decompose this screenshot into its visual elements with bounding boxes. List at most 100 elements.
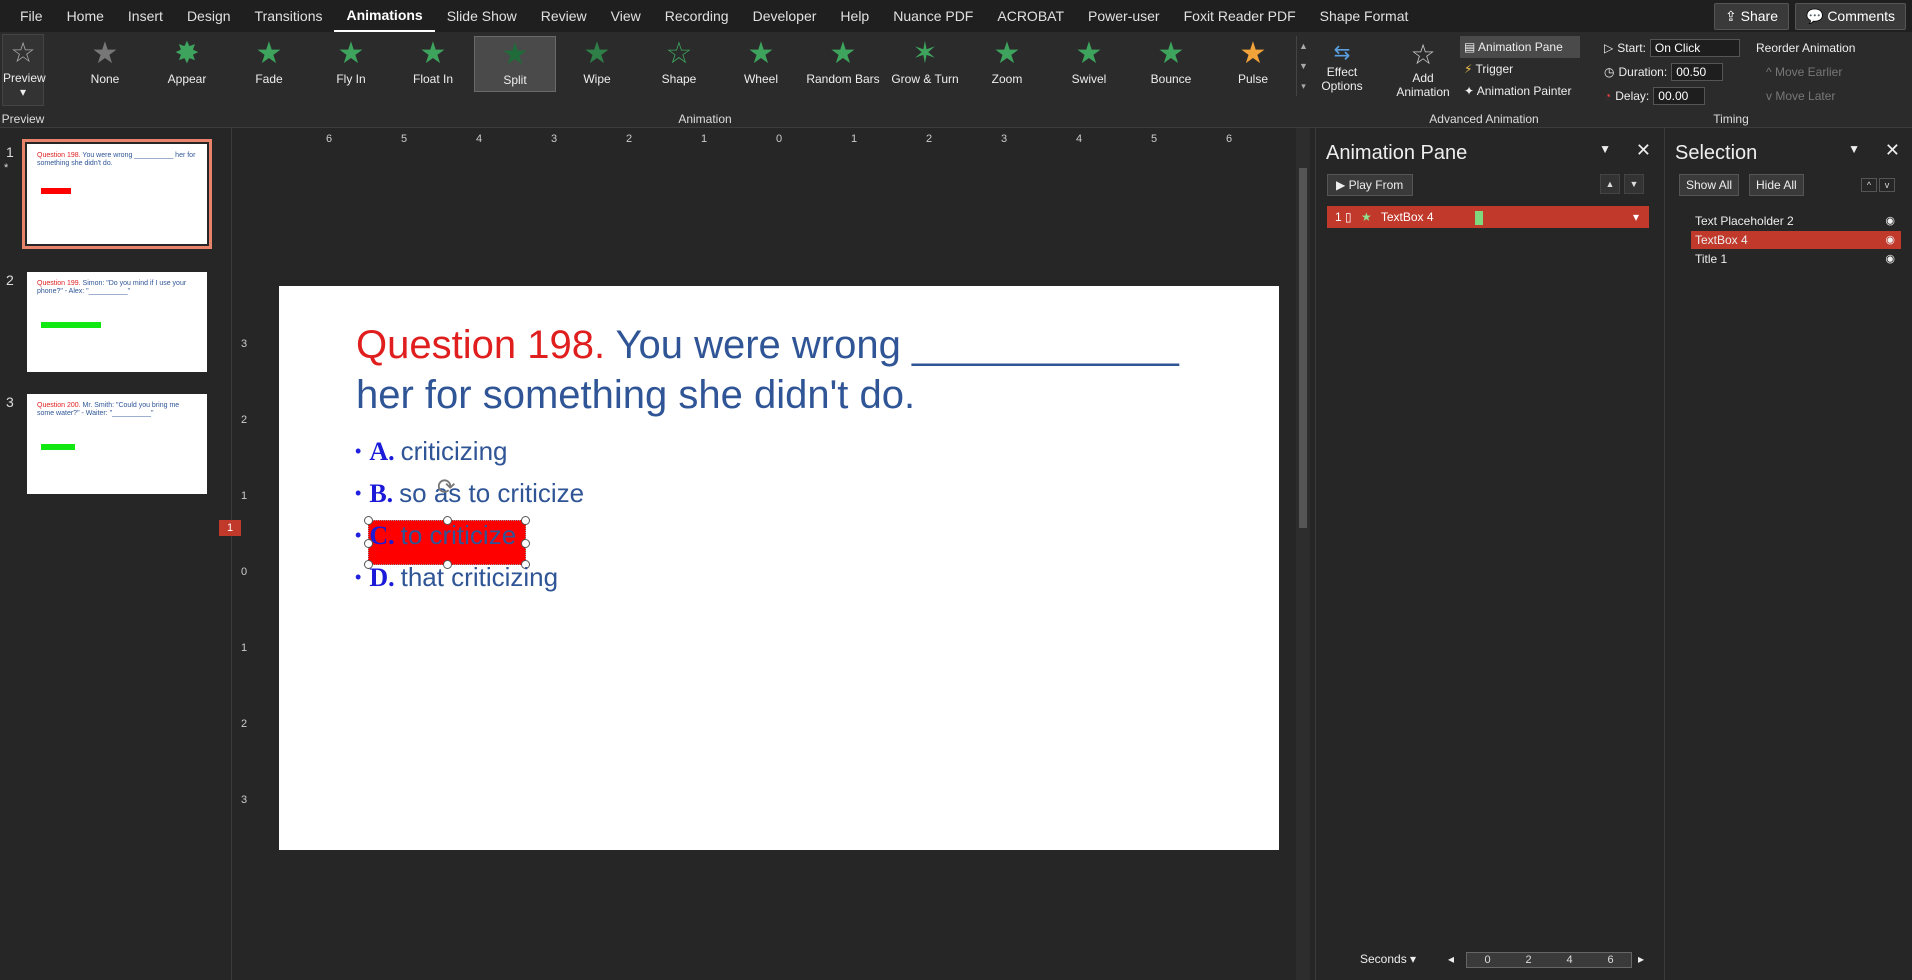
- delay-input[interactable]: 00.00: [1653, 87, 1706, 105]
- comments-button[interactable]: 💬 Comments: [1794, 3, 1906, 30]
- question-title[interactable]: Question 198. You were wrong ___________…: [356, 320, 1216, 420]
- selection-item[interactable]: Title 1 ◉: [1691, 250, 1901, 268]
- option-c[interactable]: • C. to criticize: [355, 520, 516, 551]
- animation-painter-button[interactable]: ✦ Animation Painter: [1460, 80, 1580, 102]
- tab-slide-show[interactable]: Slide Show: [435, 0, 529, 32]
- thumbnail-3[interactable]: 3 Question 200. Mr. Smith: "Could you br…: [0, 394, 232, 500]
- resize-handle[interactable]: [521, 516, 530, 525]
- close-icon[interactable]: ✕: [1885, 140, 1900, 161]
- tab-foxit[interactable]: Foxit Reader PDF: [1172, 0, 1308, 32]
- anim-zoom[interactable]: ★ Zoom: [966, 36, 1048, 92]
- slide-thumbnail-image[interactable]: Question 199. Simon: "Do you mind if I u…: [27, 272, 207, 372]
- animation-group-label: Animation: [678, 112, 732, 126]
- play-from-button[interactable]: ▶ Play From: [1327, 174, 1413, 196]
- anim-swivel[interactable]: ★ Swivel: [1048, 36, 1130, 92]
- timeline-scale[interactable]: 0 2 4 6: [1466, 952, 1632, 968]
- option-d[interactable]: • D. that criticizing: [355, 562, 558, 593]
- scroll-left-icon[interactable]: ◂: [1448, 952, 1454, 966]
- move-later-button[interactable]: v Move Later: [1756, 84, 1855, 108]
- advanced-animation-list: ▤ Animation Pane ⚡ Trigger ✦ Animation P…: [1460, 36, 1580, 102]
- anim-split[interactable]: ★ Split: [474, 36, 556, 92]
- add-animation-button[interactable]: ☆ Add Animation: [1388, 38, 1458, 99]
- share-button[interactable]: ⇪ Share: [1714, 3, 1789, 30]
- tab-transitions[interactable]: Transitions: [243, 0, 335, 32]
- tab-acrobat[interactable]: ACROBAT: [985, 0, 1076, 32]
- tab-review[interactable]: Review: [529, 0, 599, 32]
- tab-power-user[interactable]: Power-user: [1076, 0, 1172, 32]
- anim-float-in[interactable]: ★ Float In: [392, 36, 474, 92]
- tab-insert[interactable]: Insert: [116, 0, 175, 32]
- gallery-scroll[interactable]: ▲ ▼ ▾: [1296, 36, 1310, 96]
- slide-thumbnail-image[interactable]: Question 198. You were wrong __________ …: [22, 139, 212, 249]
- rotate-handle-icon[interactable]: ⟳: [437, 474, 455, 500]
- animation-pane-button[interactable]: ▤ Animation Pane: [1460, 36, 1580, 58]
- item-dropdown-icon[interactable]: ▾: [1633, 206, 1639, 228]
- chevron-up-icon[interactable]: ▲: [1297, 36, 1310, 56]
- slide-canvas[interactable]: Question 198. You were wrong ___________…: [219, 286, 1279, 850]
- duration-input[interactable]: 00.50: [1671, 63, 1724, 81]
- animation-order-tag[interactable]: 1: [219, 520, 241, 536]
- thumbnail-1[interactable]: 1 * Question 198. You were wrong _______…: [0, 139, 232, 250]
- anim-pulse[interactable]: ★ Pulse: [1212, 36, 1294, 92]
- slide-thumbnail-image[interactable]: Question 200. Mr. Smith: "Could you brin…: [27, 394, 207, 494]
- anim-grow-turn[interactable]: ✶ Grow & Turn: [884, 36, 966, 92]
- anim-wheel[interactable]: ★ Wheel: [720, 36, 802, 92]
- option-a[interactable]: • A. criticizing: [355, 436, 508, 467]
- tab-home[interactable]: Home: [55, 0, 116, 32]
- move-up-button[interactable]: ▲: [1600, 174, 1620, 194]
- tab-file[interactable]: File: [8, 0, 55, 32]
- more-icon[interactable]: ▾: [1297, 76, 1310, 96]
- anim-fade[interactable]: ★ Fade: [228, 36, 310, 92]
- show-all-button[interactable]: Show All: [1679, 174, 1740, 196]
- scroll-right-icon[interactable]: ▸: [1638, 952, 1644, 966]
- selection-item[interactable]: Text Placeholder 2 ◉: [1691, 212, 1901, 230]
- thumb-green-box: [41, 322, 101, 328]
- hide-all-button[interactable]: Hide All: [1749, 174, 1804, 196]
- timing-bar[interactable]: [1474, 210, 1483, 225]
- tab-recording[interactable]: Recording: [653, 0, 741, 32]
- eye-icon[interactable]: ◉: [1885, 231, 1895, 249]
- anim-appear[interactable]: ✸ Appear: [146, 36, 228, 92]
- tab-shape-format[interactable]: Shape Format: [1308, 0, 1421, 32]
- anim-wipe[interactable]: ★ Wipe: [556, 36, 638, 92]
- start-select[interactable]: On Click: [1649, 39, 1740, 57]
- option-b[interactable]: • B. so as to criticize: [355, 478, 584, 509]
- eye-icon[interactable]: ◉: [1885, 250, 1895, 268]
- delay-icon: ◔: [1604, 89, 1612, 103]
- anim-random-bars[interactable]: ★ Random Bars: [802, 36, 884, 92]
- resize-handle[interactable]: [521, 539, 530, 548]
- tab-nuance-pdf[interactable]: Nuance PDF: [881, 0, 985, 32]
- ruler-tick-label: 3: [551, 133, 558, 145]
- move-down-button[interactable]: ▼: [1624, 174, 1644, 194]
- tab-view[interactable]: View: [599, 0, 653, 32]
- animation-item-textbox-4[interactable]: 1 ▯ ★ TextBox 4 ▾: [1327, 206, 1649, 228]
- pane-options-icon[interactable]: ▼: [1848, 142, 1860, 156]
- anim-fly-in[interactable]: ★ Fly In: [310, 36, 392, 92]
- tab-help[interactable]: Help: [828, 0, 881, 32]
- preview-button[interactable]: ☆ Preview ▾: [2, 34, 46, 106]
- eye-icon[interactable]: ◉: [1885, 212, 1895, 230]
- editor-scrollbar[interactable]: [1296, 128, 1310, 980]
- anim-bounce[interactable]: ★ Bounce: [1130, 36, 1212, 92]
- move-earlier-button[interactable]: ^ Move Earlier: [1756, 60, 1855, 84]
- effect-options-button[interactable]: ⇆ Effect Options: [1318, 40, 1366, 93]
- ruler-tick-label: 3: [241, 794, 248, 806]
- tab-animations[interactable]: Animations: [334, 0, 435, 32]
- selection-item-selected[interactable]: TextBox 4 ◉: [1691, 231, 1901, 249]
- pane-options-icon[interactable]: ▼: [1599, 142, 1611, 156]
- bring-forward-button[interactable]: ^: [1861, 178, 1877, 192]
- chevron-down-icon[interactable]: ▼: [1297, 56, 1310, 76]
- tab-developer[interactable]: Developer: [741, 0, 829, 32]
- seconds-dropdown[interactable]: Seconds ▾: [1360, 952, 1416, 966]
- close-icon[interactable]: ✕: [1636, 140, 1651, 161]
- tab-design[interactable]: Design: [175, 0, 243, 32]
- send-backward-button[interactable]: v: [1879, 178, 1895, 192]
- scroll-thumb[interactable]: [1299, 168, 1307, 528]
- animation-pane: Animation Pane ▼ ✕ ▶ Play From ▲ ▼ 1 ▯ ★…: [1315, 128, 1663, 980]
- anim-shape[interactable]: ☆ Shape: [638, 36, 720, 92]
- star-icon: ★: [829, 37, 857, 70]
- thumbnail-2[interactable]: 2 Question 199. Simon: "Do you mind if I…: [0, 272, 232, 378]
- trigger-button[interactable]: ⚡ Trigger: [1460, 58, 1580, 80]
- star-icon: ★: [337, 37, 365, 70]
- anim-none[interactable]: ★ None: [64, 36, 146, 92]
